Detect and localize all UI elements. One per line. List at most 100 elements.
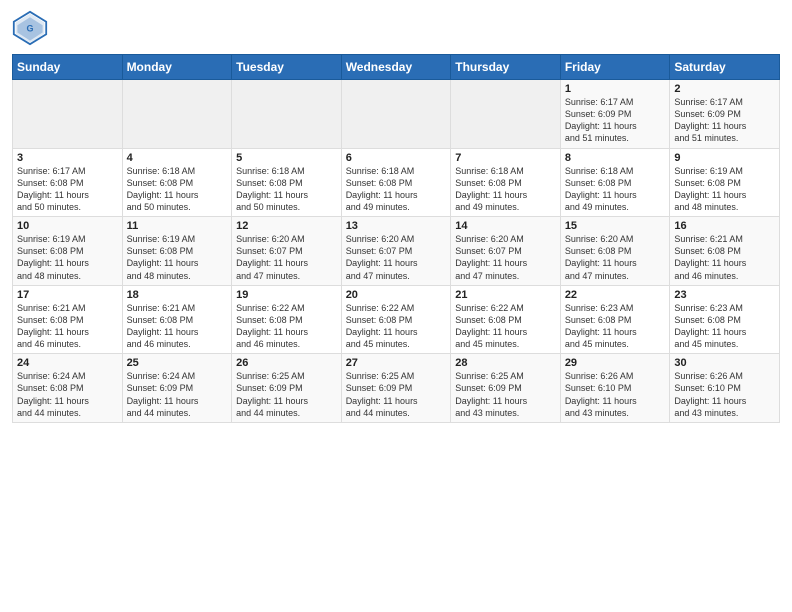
day-number: 9: [674, 152, 775, 164]
day-info: Sunrise: 6:17 AM Sunset: 6:08 PM Dayligh…: [17, 165, 118, 214]
day-number: 15: [565, 220, 666, 232]
calendar-cell: 10Sunrise: 6:19 AM Sunset: 6:08 PM Dayli…: [13, 217, 123, 286]
day-info: Sunrise: 6:18 AM Sunset: 6:08 PM Dayligh…: [127, 165, 228, 214]
calendar-cell: 21Sunrise: 6:22 AM Sunset: 6:08 PM Dayli…: [451, 285, 561, 354]
day-info: Sunrise: 6:23 AM Sunset: 6:08 PM Dayligh…: [674, 302, 775, 351]
day-number: 22: [565, 289, 666, 301]
day-number: 16: [674, 220, 775, 232]
calendar-cell: 19Sunrise: 6:22 AM Sunset: 6:08 PM Dayli…: [232, 285, 342, 354]
calendar-cell: 27Sunrise: 6:25 AM Sunset: 6:09 PM Dayli…: [341, 354, 451, 423]
header: G: [12, 10, 780, 46]
calendar-cell: 26Sunrise: 6:25 AM Sunset: 6:09 PM Dayli…: [232, 354, 342, 423]
calendar-cell: 2Sunrise: 6:17 AM Sunset: 6:09 PM Daylig…: [670, 80, 780, 149]
day-number: 11: [127, 220, 228, 232]
calendar-cell: 1Sunrise: 6:17 AM Sunset: 6:09 PM Daylig…: [560, 80, 670, 149]
day-number: 3: [17, 152, 118, 164]
day-info: Sunrise: 6:24 AM Sunset: 6:09 PM Dayligh…: [127, 370, 228, 419]
calendar-cell: 8Sunrise: 6:18 AM Sunset: 6:08 PM Daylig…: [560, 148, 670, 217]
day-info: Sunrise: 6:18 AM Sunset: 6:08 PM Dayligh…: [346, 165, 447, 214]
calendar-cell: [341, 80, 451, 149]
calendar-cell: 24Sunrise: 6:24 AM Sunset: 6:08 PM Dayli…: [13, 354, 123, 423]
day-info: Sunrise: 6:26 AM Sunset: 6:10 PM Dayligh…: [674, 370, 775, 419]
day-number: 27: [346, 357, 447, 369]
day-info: Sunrise: 6:18 AM Sunset: 6:08 PM Dayligh…: [236, 165, 337, 214]
calendar-cell: [122, 80, 232, 149]
logo-icon: G: [12, 10, 48, 46]
calendar-cell: [451, 80, 561, 149]
calendar-cell: 17Sunrise: 6:21 AM Sunset: 6:08 PM Dayli…: [13, 285, 123, 354]
day-info: Sunrise: 6:20 AM Sunset: 6:07 PM Dayligh…: [455, 233, 556, 282]
calendar-cell: [232, 80, 342, 149]
day-number: 19: [236, 289, 337, 301]
day-number: 2: [674, 83, 775, 95]
day-number: 23: [674, 289, 775, 301]
page: G SundayMondayTuesdayWednesdayThursdayFr…: [0, 0, 792, 433]
day-info: Sunrise: 6:19 AM Sunset: 6:08 PM Dayligh…: [674, 165, 775, 214]
day-number: 1: [565, 83, 666, 95]
weekday-header-monday: Monday: [122, 55, 232, 80]
day-number: 5: [236, 152, 337, 164]
calendar-cell: 25Sunrise: 6:24 AM Sunset: 6:09 PM Dayli…: [122, 354, 232, 423]
calendar-cell: 14Sunrise: 6:20 AM Sunset: 6:07 PM Dayli…: [451, 217, 561, 286]
weekday-header-row: SundayMondayTuesdayWednesdayThursdayFrid…: [13, 55, 780, 80]
calendar-cell: 18Sunrise: 6:21 AM Sunset: 6:08 PM Dayli…: [122, 285, 232, 354]
weekday-header-sunday: Sunday: [13, 55, 123, 80]
day-number: 24: [17, 357, 118, 369]
calendar-week-4: 17Sunrise: 6:21 AM Sunset: 6:08 PM Dayli…: [13, 285, 780, 354]
day-number: 6: [346, 152, 447, 164]
day-info: Sunrise: 6:19 AM Sunset: 6:08 PM Dayligh…: [127, 233, 228, 282]
day-info: Sunrise: 6:20 AM Sunset: 6:07 PM Dayligh…: [346, 233, 447, 282]
calendar-cell: [13, 80, 123, 149]
calendar-cell: 22Sunrise: 6:23 AM Sunset: 6:08 PM Dayli…: [560, 285, 670, 354]
day-info: Sunrise: 6:25 AM Sunset: 6:09 PM Dayligh…: [236, 370, 337, 419]
calendar-cell: 13Sunrise: 6:20 AM Sunset: 6:07 PM Dayli…: [341, 217, 451, 286]
day-info: Sunrise: 6:26 AM Sunset: 6:10 PM Dayligh…: [565, 370, 666, 419]
calendar-week-2: 3Sunrise: 6:17 AM Sunset: 6:08 PM Daylig…: [13, 148, 780, 217]
calendar-cell: 29Sunrise: 6:26 AM Sunset: 6:10 PM Dayli…: [560, 354, 670, 423]
weekday-header-tuesday: Tuesday: [232, 55, 342, 80]
day-info: Sunrise: 6:22 AM Sunset: 6:08 PM Dayligh…: [236, 302, 337, 351]
calendar-cell: 15Sunrise: 6:20 AM Sunset: 6:08 PM Dayli…: [560, 217, 670, 286]
day-number: 4: [127, 152, 228, 164]
calendar-cell: 20Sunrise: 6:22 AM Sunset: 6:08 PM Dayli…: [341, 285, 451, 354]
day-number: 18: [127, 289, 228, 301]
calendar-cell: 9Sunrise: 6:19 AM Sunset: 6:08 PM Daylig…: [670, 148, 780, 217]
day-info: Sunrise: 6:22 AM Sunset: 6:08 PM Dayligh…: [455, 302, 556, 351]
weekday-header-friday: Friday: [560, 55, 670, 80]
calendar-table: SundayMondayTuesdayWednesdayThursdayFrid…: [12, 54, 780, 423]
day-info: Sunrise: 6:22 AM Sunset: 6:08 PM Dayligh…: [346, 302, 447, 351]
svg-text:G: G: [26, 24, 33, 34]
day-info: Sunrise: 6:19 AM Sunset: 6:08 PM Dayligh…: [17, 233, 118, 282]
day-number: 21: [455, 289, 556, 301]
calendar-cell: 23Sunrise: 6:23 AM Sunset: 6:08 PM Dayli…: [670, 285, 780, 354]
day-info: Sunrise: 6:17 AM Sunset: 6:09 PM Dayligh…: [674, 96, 775, 145]
weekday-header-wednesday: Wednesday: [341, 55, 451, 80]
calendar-cell: 4Sunrise: 6:18 AM Sunset: 6:08 PM Daylig…: [122, 148, 232, 217]
weekday-header-saturday: Saturday: [670, 55, 780, 80]
day-number: 28: [455, 357, 556, 369]
calendar-cell: 5Sunrise: 6:18 AM Sunset: 6:08 PM Daylig…: [232, 148, 342, 217]
day-info: Sunrise: 6:21 AM Sunset: 6:08 PM Dayligh…: [674, 233, 775, 282]
day-info: Sunrise: 6:23 AM Sunset: 6:08 PM Dayligh…: [565, 302, 666, 351]
calendar-cell: 30Sunrise: 6:26 AM Sunset: 6:10 PM Dayli…: [670, 354, 780, 423]
day-number: 10: [17, 220, 118, 232]
day-info: Sunrise: 6:17 AM Sunset: 6:09 PM Dayligh…: [565, 96, 666, 145]
day-info: Sunrise: 6:18 AM Sunset: 6:08 PM Dayligh…: [565, 165, 666, 214]
day-number: 30: [674, 357, 775, 369]
day-info: Sunrise: 6:21 AM Sunset: 6:08 PM Dayligh…: [127, 302, 228, 351]
calendar-cell: 11Sunrise: 6:19 AM Sunset: 6:08 PM Dayli…: [122, 217, 232, 286]
day-info: Sunrise: 6:21 AM Sunset: 6:08 PM Dayligh…: [17, 302, 118, 351]
calendar-cell: 3Sunrise: 6:17 AM Sunset: 6:08 PM Daylig…: [13, 148, 123, 217]
day-info: Sunrise: 6:20 AM Sunset: 6:08 PM Dayligh…: [565, 233, 666, 282]
logo: G: [12, 10, 52, 46]
day-number: 13: [346, 220, 447, 232]
calendar-week-3: 10Sunrise: 6:19 AM Sunset: 6:08 PM Dayli…: [13, 217, 780, 286]
calendar-week-1: 1Sunrise: 6:17 AM Sunset: 6:09 PM Daylig…: [13, 80, 780, 149]
weekday-header-thursday: Thursday: [451, 55, 561, 80]
day-number: 8: [565, 152, 666, 164]
day-number: 29: [565, 357, 666, 369]
day-info: Sunrise: 6:24 AM Sunset: 6:08 PM Dayligh…: [17, 370, 118, 419]
day-number: 14: [455, 220, 556, 232]
day-number: 17: [17, 289, 118, 301]
day-number: 12: [236, 220, 337, 232]
